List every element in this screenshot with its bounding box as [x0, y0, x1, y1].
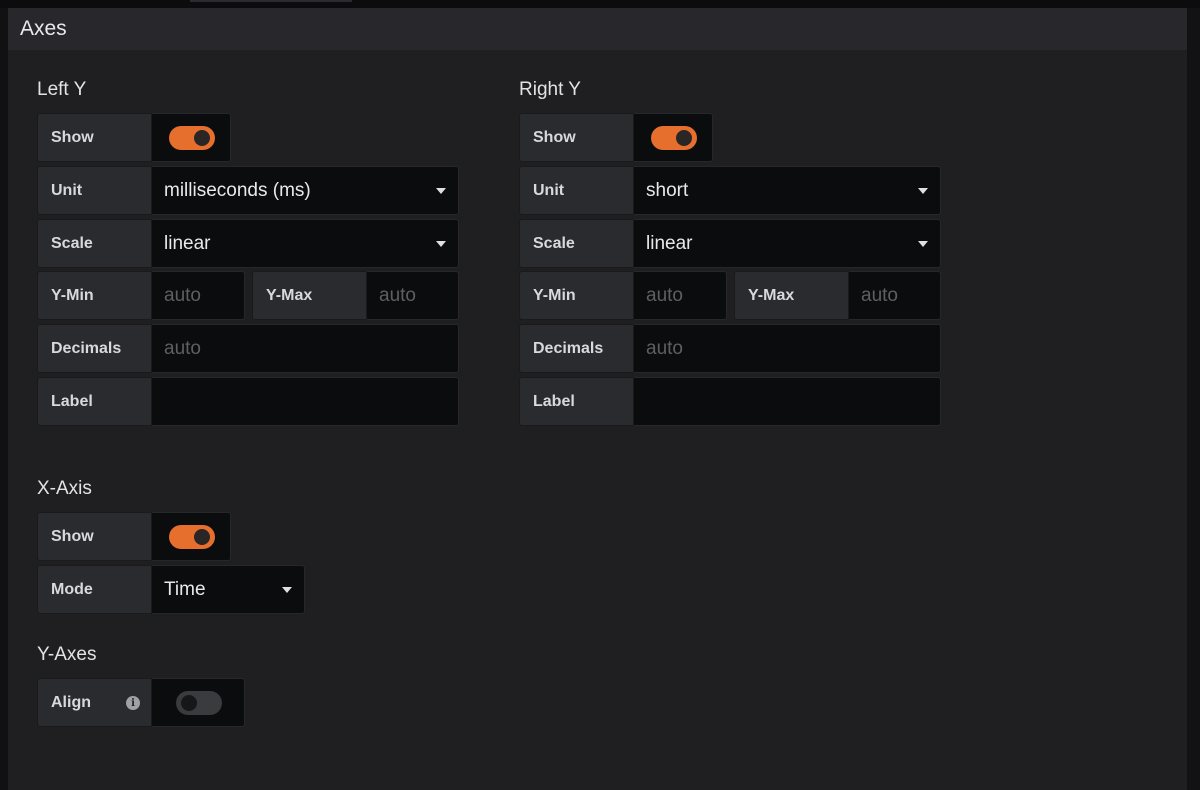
- y-axes-align-toggle[interactable]: [176, 690, 222, 715]
- panel-title: Axes: [20, 17, 67, 40]
- right-y-max-input[interactable]: auto: [849, 271, 941, 320]
- left-y-max-input[interactable]: auto: [367, 271, 459, 320]
- field-label: Y-Min: [37, 271, 152, 320]
- field-label: Y-Min: [519, 271, 634, 320]
- field-label: Show: [37, 512, 152, 561]
- field-label: Unit: [37, 166, 152, 215]
- right-edge-scrollbar[interactable]: [1187, 8, 1200, 790]
- field-label: Show: [37, 113, 152, 162]
- select-value: linear: [164, 232, 211, 254]
- select-value: linear: [646, 232, 693, 254]
- axes-panel: Axes Left Y Show Unit milliseconds (ms) …: [8, 8, 1187, 790]
- tab-indicator: [190, 0, 352, 2]
- top-strip: [0, 0, 1200, 8]
- field-label: Unit: [519, 166, 634, 215]
- right-y-scale-select[interactable]: linear: [634, 219, 941, 268]
- x-axis-mode-select[interactable]: Time: [152, 565, 305, 614]
- left-y-show-row: Show: [37, 113, 231, 162]
- right-y-decimals-input[interactable]: auto: [634, 324, 941, 373]
- right-y-title: Right Y: [519, 79, 581, 100]
- left-y-show-toggle-box[interactable]: [152, 113, 231, 162]
- right-y-show-toggle-box[interactable]: [634, 113, 713, 162]
- right-y-scale-row: Scale linear: [519, 219, 941, 268]
- field-label: Y-Max: [734, 271, 849, 320]
- left-y-minmax-row: Y-Min auto Y-Max auto: [37, 271, 459, 320]
- x-axis-mode-row: Mode Time: [37, 565, 305, 614]
- left-y-unit-row: Unit milliseconds (ms): [37, 166, 459, 215]
- left-y-scale-select[interactable]: linear: [152, 219, 459, 268]
- select-value: Time: [164, 578, 206, 600]
- x-axis-title: X-Axis: [37, 478, 92, 499]
- right-y-minmax-row: Y-Min auto Y-Max auto: [519, 271, 941, 320]
- panel-header[interactable]: Axes: [8, 8, 1187, 50]
- left-y-label-row: Label: [37, 377, 459, 426]
- caret-down-icon: [436, 188, 446, 194]
- y-axes-align-toggle-box[interactable]: [152, 678, 245, 727]
- x-axis-show-toggle-box[interactable]: [152, 512, 231, 561]
- left-y-show-toggle[interactable]: [169, 125, 215, 150]
- align-label-cell: Align i: [37, 678, 152, 727]
- left-y-unit-select[interactable]: milliseconds (ms): [152, 166, 459, 215]
- placeholder-text: auto: [646, 284, 683, 306]
- field-label: Y-Max: [252, 271, 367, 320]
- caret-down-icon: [282, 587, 292, 593]
- y-axes-align-row: Align i: [37, 678, 245, 727]
- select-value: milliseconds (ms): [164, 179, 311, 201]
- field-label: Show: [519, 113, 634, 162]
- placeholder-text: auto: [861, 284, 898, 306]
- select-value: short: [646, 179, 689, 201]
- right-y-unit-select[interactable]: short: [634, 166, 941, 215]
- x-axis-show-row: Show: [37, 512, 231, 561]
- left-y-decimals-row: Decimals auto: [37, 324, 459, 373]
- right-y-decimals-row: Decimals auto: [519, 324, 941, 373]
- x-axis-show-toggle[interactable]: [169, 524, 215, 549]
- caret-down-icon: [436, 241, 446, 247]
- left-y-title: Left Y: [37, 79, 87, 100]
- left-y-label-input[interactable]: [152, 377, 459, 426]
- placeholder-text: auto: [164, 337, 201, 359]
- placeholder-text: auto: [164, 284, 201, 306]
- field-label: Scale: [37, 219, 152, 268]
- caret-down-icon: [918, 188, 928, 194]
- right-y-label-row: Label: [519, 377, 941, 426]
- right-y-show-toggle[interactable]: [651, 125, 697, 150]
- field-label: Mode: [37, 565, 152, 614]
- left-y-min-input[interactable]: auto: [152, 271, 245, 320]
- field-label: Label: [37, 377, 152, 426]
- caret-down-icon: [918, 241, 928, 247]
- right-y-label-input[interactable]: [634, 377, 941, 426]
- left-y-decimals-input[interactable]: auto: [152, 324, 459, 373]
- left-y-scale-row: Scale linear: [37, 219, 459, 268]
- placeholder-text: auto: [646, 337, 683, 359]
- right-y-show-row: Show: [519, 113, 713, 162]
- field-label: Scale: [519, 219, 634, 268]
- field-label: Decimals: [519, 324, 634, 373]
- field-label: Label: [519, 377, 634, 426]
- field-label: Align: [51, 693, 91, 711]
- right-y-unit-row: Unit short: [519, 166, 941, 215]
- placeholder-text: auto: [379, 284, 416, 306]
- field-label: Decimals: [37, 324, 152, 373]
- right-y-min-input[interactable]: auto: [634, 271, 727, 320]
- y-axes-title: Y-Axes: [37, 644, 97, 665]
- info-icon[interactable]: i: [126, 696, 140, 710]
